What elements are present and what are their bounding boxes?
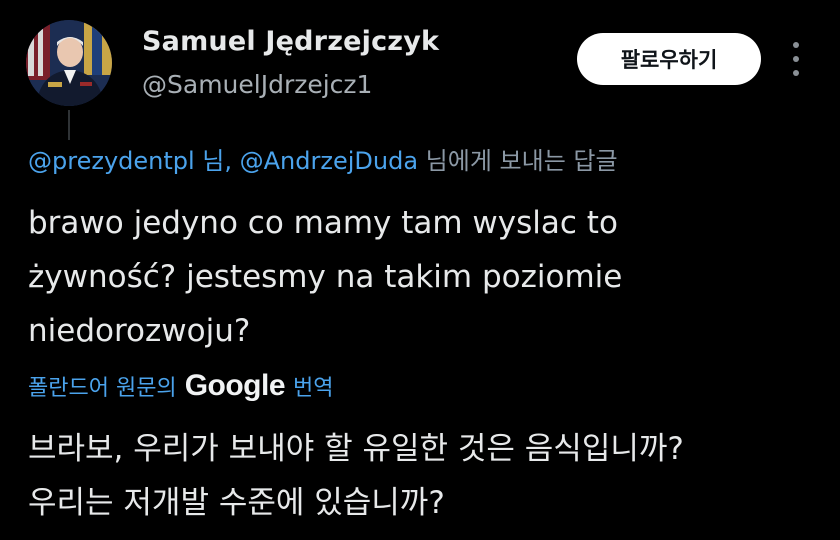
reply-context: @prezydentpl 님, @AndrzejDuda 님에게 보내는 답글 — [28, 141, 618, 176]
tweet-text: brawo jedyno co mamy tam wyslac to żywno… — [28, 196, 818, 358]
author-handle[interactable]: @SamuelJdrzejcz1 — [142, 70, 372, 99]
translated-line: 브라보, 우리가 보내야 할 유일한 것은 음식입니까? — [28, 431, 684, 467]
translated-text: 브라보, 우리가 보내야 할 유일한 것은 음식입니까? 우리는 저개발 수준에… — [28, 422, 828, 530]
google-logo: Google — [184, 369, 286, 402]
translate-suffix: 번역 — [293, 376, 334, 401]
thread-connector-line — [68, 110, 70, 140]
translate-prefix: 폴란드어 원문의 — [28, 376, 177, 401]
follow-button[interactable]: 팔로우하기 — [577, 33, 761, 85]
avatar-image — [26, 20, 112, 106]
reply-suffix: 님에게 보내는 답글 — [418, 147, 618, 175]
avatar[interactable] — [26, 20, 112, 106]
author-name[interactable]: Samuel Jędrzejczyk — [142, 26, 439, 57]
tweet-line: niedorozwoju? — [28, 313, 251, 349]
tweet-line: żywność? jestesmy na takim poziomie — [28, 259, 623, 295]
reply-mentions[interactable]: @prezydentpl 님, @AndrzejDuda — [28, 147, 418, 175]
translated-line: 우리는 저개발 수준에 있습니까? — [28, 485, 445, 521]
translation-attribution[interactable]: 폴란드어 원문의 Google 번역 — [28, 369, 334, 403]
tweet-line: brawo jedyno co mamy tam wyslac to — [28, 205, 618, 241]
more-vertical-icon[interactable] — [786, 42, 806, 76]
